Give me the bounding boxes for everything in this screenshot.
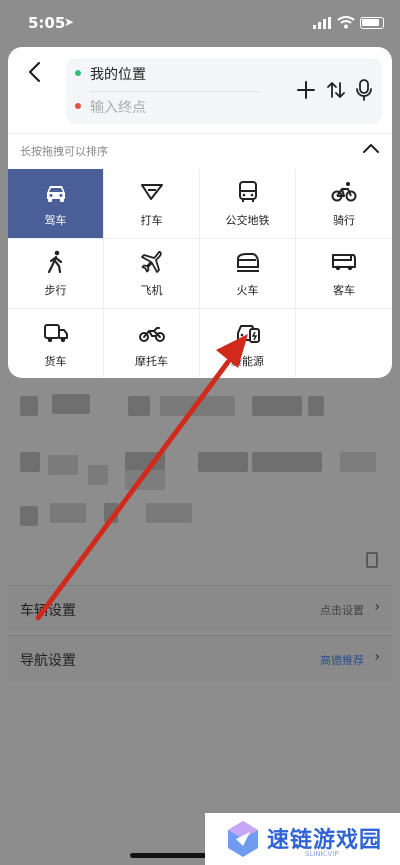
mode-label: 公交地铁 [225,214,270,227]
mode-label: 飞机 [140,284,163,297]
car-icon [46,186,65,202]
watermark-logo-icon [228,821,258,857]
status-bar: 5:05 ➤ [0,0,400,46]
mode-coach[interactable]: 客车 [296,239,392,309]
mode-walk[interactable]: 步行 [8,239,104,309]
mode-taxi[interactable]: 打车 [104,169,200,239]
mode-label: 摩托车 [135,354,168,368]
end-dot-icon [75,103,81,109]
transport-mode-grid: 驾车 打车 公交地铁 骑行 步行 飞机 火车 客车 货车 摩托车 新能源 [8,169,392,378]
start-location-field[interactable]: 我的位置 [66,58,266,88]
plane-icon [140,250,162,273]
vehicle-settings-label: 车辆设置 [20,603,76,619]
navigation-settings-value: 高德推荐 [320,654,364,667]
mode-motorcycle[interactable]: 摩托车 [104,309,200,378]
battery-icon [360,17,384,29]
navigation-settings-row[interactable]: 导航设置 高德推荐 › [8,635,392,681]
vehicle-settings-row[interactable]: 车辆设置 点击设置 › [8,585,392,631]
mode-empty-slot [296,309,392,378]
sort-hint-row: 长按拖拽可以排序 [8,133,392,165]
bicycle-icon [331,182,357,202]
sort-hint: 长按拖拽可以排序 [20,145,108,158]
motorcycle-icon [138,326,165,342]
truck-icon [43,323,68,342]
mode-label: 客车 [333,284,355,297]
mode-truck[interactable]: 货车 [8,309,104,378]
mode-new-energy[interactable]: 新能源 [200,309,296,378]
wifi-icon [337,16,355,29]
location-arrow-icon: ➤ [64,15,75,29]
watermark: 速链游戏园 SLINK.VIP [205,813,400,865]
back-arrow-icon[interactable] [22,59,48,85]
signal-icon [313,17,331,29]
train-icon [236,253,259,272]
start-location-text: 我的位置 [90,67,146,83]
mode-plane[interactable]: 飞机 [104,239,200,309]
status-time: 5:05 [28,14,66,32]
mode-drive[interactable]: 驾车 [8,169,104,239]
chevron-right-icon: › [374,599,380,615]
navigation-settings-label: 导航设置 [20,653,76,669]
watermark-subtitle: SLINK.VIP [305,850,339,858]
route-planner-card: 我的位置 输入终点 长按拖拽可以排序 驾车 打车 公交地铁 骑行 步行 飞机 火… [8,47,392,378]
destination-field[interactable]: 输入终点 [66,91,266,121]
swap-icon[interactable] [326,80,346,100]
mode-label: 新能源 [231,354,264,368]
mode-label: 驾车 [44,214,67,227]
mode-label: 步行 [44,284,67,297]
mode-label: 货车 [44,354,67,368]
destination-placeholder: 输入终点 [90,100,146,116]
coach-icon [332,254,356,271]
chevron-right-icon: › [374,649,380,665]
start-dot-icon [75,70,81,76]
trash-icon [366,552,378,568]
taxi-icon [140,184,163,200]
walk-icon [47,250,62,274]
route-inputs: 我的位置 输入终点 [66,58,382,124]
chevron-up-icon[interactable] [362,140,380,158]
microphone-icon[interactable] [355,79,373,101]
mode-label: 骑行 [333,214,355,227]
mode-label: 打车 [140,214,163,227]
add-waypoint-icon[interactable] [296,80,316,100]
mode-cycling[interactable]: 骑行 [296,169,392,239]
bus-icon [238,181,257,202]
mode-label: 火车 [236,284,259,297]
ev-car-icon [236,324,260,343]
mode-train[interactable]: 火车 [200,239,296,309]
vehicle-settings-value: 点击设置 [320,604,364,617]
mode-transit[interactable]: 公交地铁 [200,169,296,239]
